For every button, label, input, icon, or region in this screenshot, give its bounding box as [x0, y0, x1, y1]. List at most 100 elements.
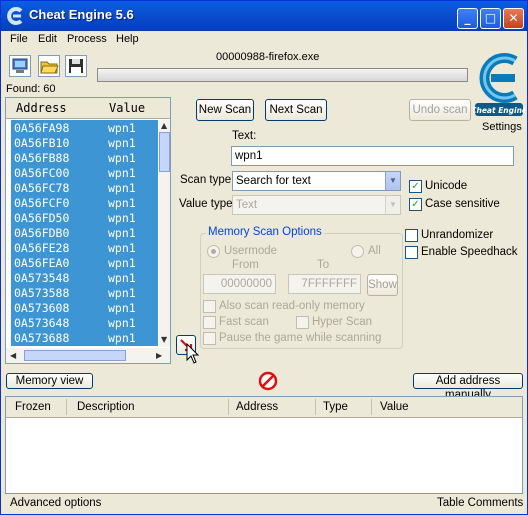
value-type-select[interactable]: Text ▼ [232, 195, 401, 215]
from-address-input[interactable]: 00000000 [203, 274, 276, 294]
close-icon: ✕ [508, 11, 519, 25]
open-process-button[interactable] [9, 55, 31, 77]
row-value: wpn1 [108, 301, 136, 315]
memory-scan-options-title: Memory Scan Options [206, 226, 324, 238]
table-row[interactable]: 0A56FB88 wpn1 [11, 150, 158, 165]
menu-edit[interactable]: Edit [38, 33, 57, 45]
floppy-disk-icon [69, 59, 83, 73]
table-comments-link[interactable]: Table Comments [437, 497, 523, 509]
minimize-button[interactable]: _ [457, 8, 478, 29]
memory-view-button[interactable]: Memory view [6, 373, 93, 389]
row-value: wpn1 [108, 271, 136, 285]
unicode-checkbox[interactable]: ✓ [409, 180, 422, 193]
scroll-up-icon[interactable]: ▲ [161, 121, 167, 130]
col-value[interactable]: Value [380, 401, 409, 413]
case-sensitive-checkbox[interactable]: ✓ [409, 198, 422, 211]
readonly-checkbox[interactable] [203, 300, 216, 313]
scroll-left-icon[interactable]: ◀ [10, 351, 16, 360]
usermode-radio[interactable] [207, 245, 220, 258]
table-row[interactable]: 0A573688 wpn1 [11, 330, 158, 345]
all-radio[interactable] [351, 245, 364, 258]
table-row[interactable]: 0A573608 wpn1 [11, 300, 158, 315]
table-row[interactable]: 0A573588 wpn1 [11, 285, 158, 300]
row-address: 0A56FE28 [14, 241, 70, 255]
search-text-input[interactable]: wpn1 [231, 146, 514, 166]
table-row[interactable]: 0A56FDB0 wpn1 [11, 225, 158, 240]
found-count: Found: 60 [6, 83, 56, 95]
hyper-scan-checkbox[interactable] [296, 316, 309, 329]
add-address-manually-button[interactable]: Add address manually [413, 373, 523, 401]
menu-help[interactable]: Help [116, 33, 139, 45]
scan-type-select[interactable]: Search for text ▼ [232, 171, 401, 191]
checkmark-icon: ✓ [411, 181, 420, 192]
undo-scan-button[interactable]: Undo scan [409, 99, 471, 121]
stop-clear-button[interactable] [258, 371, 278, 391]
row-address: 0A56FC00 [14, 166, 70, 180]
chevron-down-icon[interactable]: ▼ [385, 196, 400, 214]
next-scan-button[interactable]: Next Scan [265, 99, 327, 121]
row-value: wpn1 [108, 241, 136, 255]
value-type-value: Text [236, 199, 258, 211]
save-button[interactable] [65, 55, 87, 77]
speedhack-label[interactable]: Enable Speedhack [421, 246, 518, 258]
speedhack-checkbox[interactable] [405, 246, 418, 259]
results-vertical-scrollbar[interactable]: ▲ ▼ [159, 120, 170, 347]
scan-type-label: Scan type [180, 174, 232, 186]
results-header: Address Value [6, 98, 170, 119]
new-scan-button[interactable]: New Scan [196, 99, 254, 121]
scroll-thumb-horizontal[interactable] [24, 350, 126, 361]
scan-type-value: Search for text [236, 175, 311, 187]
maximize-button[interactable]: □ [480, 8, 501, 29]
scan-progress-bar [97, 68, 468, 82]
open-file-button[interactable] [38, 55, 60, 77]
from-label: From [232, 259, 259, 271]
table-row[interactable]: 0A56FC00 wpn1 [11, 165, 158, 180]
unicode-label[interactable]: Unicode [425, 180, 467, 192]
show-button[interactable]: Show [367, 274, 398, 296]
header-address[interactable]: Address [16, 101, 67, 115]
close-button[interactable]: ✕ [503, 8, 524, 29]
header-value[interactable]: Value [109, 101, 145, 115]
menu-process[interactable]: Process [67, 33, 107, 45]
fast-scan-checkbox[interactable] [203, 316, 216, 329]
scroll-right-icon[interactable]: ▶ [156, 351, 162, 360]
case-sensitive-label[interactable]: Case sensitive [425, 198, 500, 210]
row-value: wpn1 [108, 286, 136, 300]
table-row[interactable]: 0A56FEA0 wpn1 [11, 255, 158, 270]
value-type-label: Value type [179, 198, 233, 210]
pause-game-label: Pause the game while scanning [219, 332, 382, 344]
col-address[interactable]: Address [236, 401, 278, 413]
text-label: Text: [232, 130, 257, 142]
row-address: 0A56FDB0 [14, 226, 70, 240]
menu-file[interactable]: File [10, 33, 28, 45]
chevron-down-icon[interactable]: ▼ [385, 172, 400, 190]
unrandomizer-checkbox[interactable] [405, 229, 418, 242]
pause-game-checkbox[interactable] [203, 332, 216, 345]
table-row[interactable]: 0A56FE28 wpn1 [11, 240, 158, 255]
table-row[interactable]: 0A573548 wpn1 [11, 270, 158, 285]
col-description[interactable]: Description [77, 401, 135, 413]
table-row[interactable]: 0A56FCF0 wpn1 [11, 195, 158, 210]
scan-results-list[interactable]: Address Value 0A56FA98 wpn1 0A56FB10 wpn1 0A… [5, 97, 171, 364]
settings-label[interactable]: Settings [482, 121, 522, 133]
scroll-down-icon[interactable]: ▼ [161, 335, 167, 344]
table-row[interactable]: 0A573648 wpn1 [11, 315, 158, 330]
table-row[interactable]: 0A56FB10 wpn1 [11, 135, 158, 150]
col-frozen[interactable]: Frozen [15, 401, 51, 413]
folder-open-icon [40, 61, 59, 74]
advanced-options-link[interactable]: Advanced options [10, 497, 101, 509]
table-row[interactable]: 0A56FC78 wpn1 [11, 180, 158, 195]
cheat-table-list[interactable]: Frozen Description Address Type Value [5, 396, 523, 494]
row-address: 0A56FC78 [14, 181, 70, 195]
col-type[interactable]: Type [323, 401, 348, 413]
table-row[interactable]: 0A56FD50 wpn1 [11, 210, 158, 225]
table-row[interactable]: 0A56FA98 wpn1 [11, 120, 158, 135]
cheat-engine-logo[interactable]: Cheat Engine [473, 47, 525, 119]
unrandomizer-label[interactable]: Unrandomizer [421, 229, 493, 241]
scroll-thumb[interactable] [159, 132, 170, 172]
to-address-input[interactable]: 7FFFFFFF [288, 274, 361, 294]
no-entry-icon [258, 371, 278, 391]
results-horizontal-scrollbar[interactable]: ◀ ▶ [6, 348, 170, 363]
title-bar[interactable]: Cheat Engine 5.6 _ □ ✕ [1, 1, 527, 31]
table-row[interactable]: 0A5736E8wpn1 [11, 345, 158, 346]
